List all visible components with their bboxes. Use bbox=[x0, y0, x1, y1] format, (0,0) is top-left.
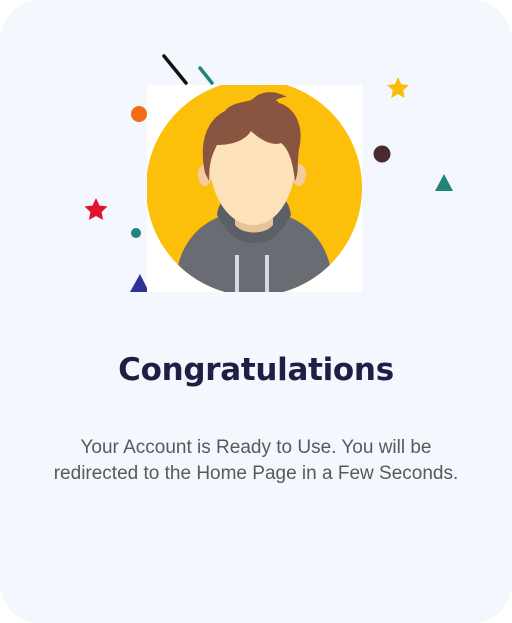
line-icon bbox=[162, 54, 188, 85]
success-illustration bbox=[0, 0, 512, 320]
success-message: Your Account is Ready to Use. You will b… bbox=[53, 437, 459, 484]
star-icon bbox=[387, 77, 409, 98]
avatar-frame bbox=[146, 80, 362, 296]
user-avatar bbox=[146, 80, 362, 296]
triangle-icon bbox=[435, 174, 453, 191]
star-icon bbox=[84, 198, 108, 220]
circle-icon bbox=[131, 228, 141, 238]
success-title: Congratulations bbox=[118, 352, 394, 388]
line-icon bbox=[198, 66, 214, 85]
circle-icon bbox=[131, 106, 147, 122]
circle-icon bbox=[373, 145, 391, 163]
success-card: Congratulations Your Account is Ready to… bbox=[0, 0, 512, 623]
